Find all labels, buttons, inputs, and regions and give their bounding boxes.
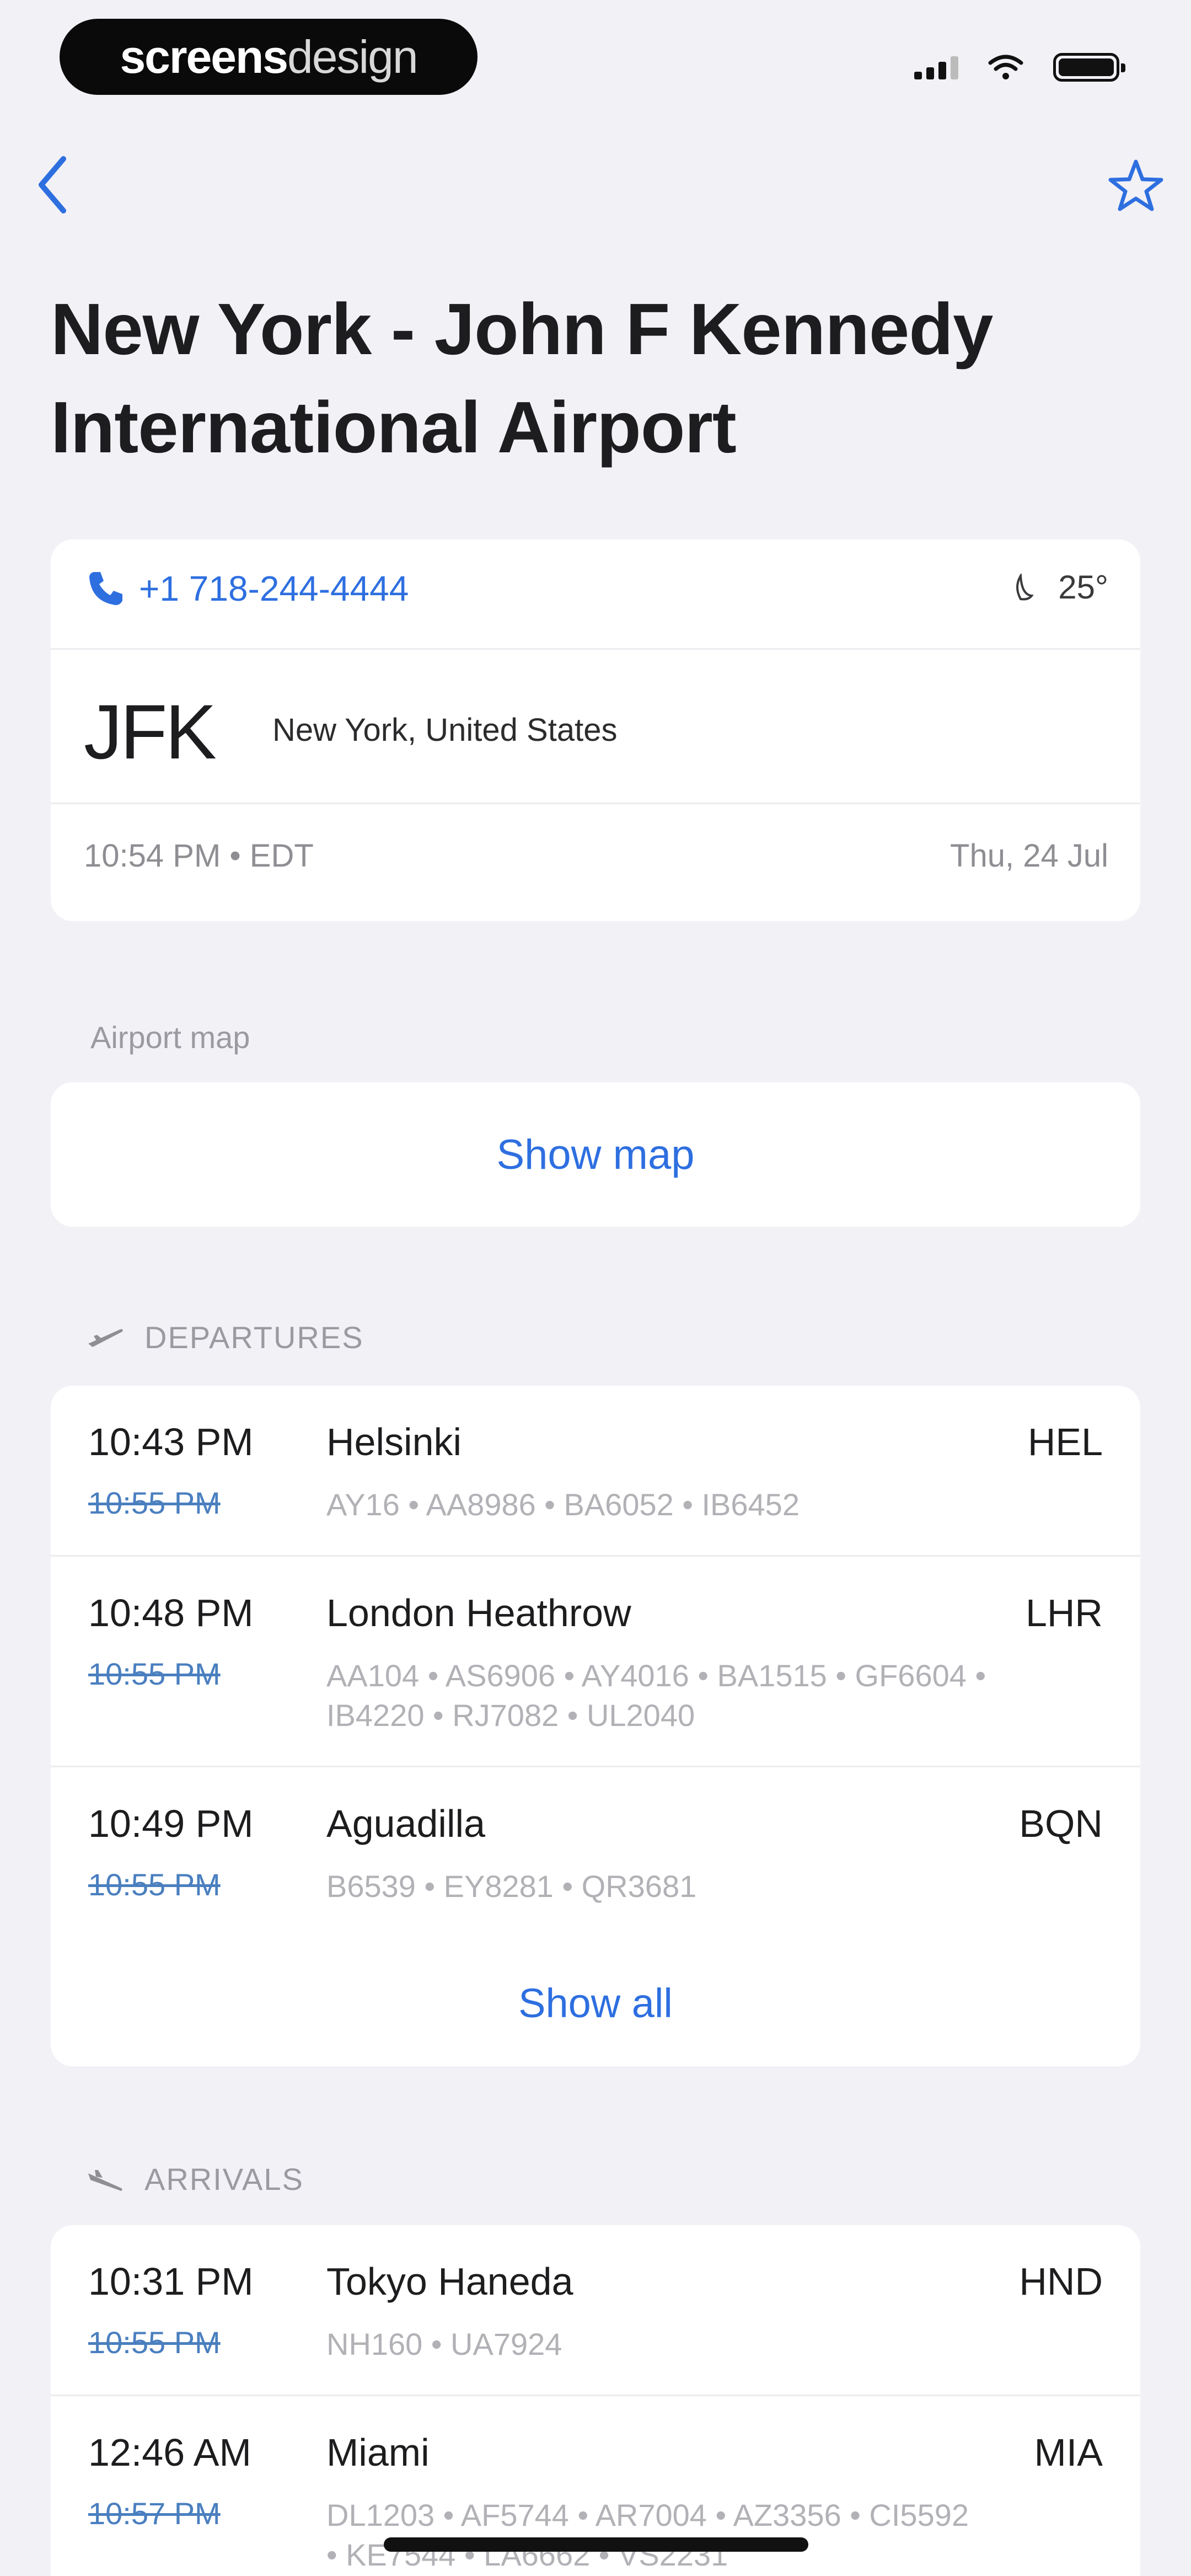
arrivals-card: 10:31 PM 10:55 PM Tokyo Haneda NH160 • U…	[51, 2225, 1140, 2576]
destination-iata: LHR	[1025, 1591, 1103, 1634]
departures-section-label: DEPARTURES	[144, 1320, 364, 1355]
scheduled-time: 10:57 PM	[88, 2496, 221, 2531]
scheduled-time: 10:55 PM	[88, 2325, 221, 2360]
wifi-icon	[988, 55, 1023, 79]
status-bar: screens design	[0, 0, 1191, 110]
show-map-button[interactable]: Show map	[51, 1082, 1140, 1227]
airport-iata-code: JFK	[84, 688, 217, 775]
arrival-plane-icon	[88, 2170, 122, 2191]
airport-detail-screen: screens design New York - John F Kennedy …	[0, 0, 1191, 2576]
cellular-signal-icon	[914, 55, 958, 79]
brand-logo: screens design	[60, 19, 478, 95]
arrivals-section-label: ARRIVALS	[144, 2162, 304, 2196]
flight-codes: B6539 • EY8281 • QR3681	[326, 1869, 697, 1904]
destination-city: Helsinki	[326, 1420, 462, 1463]
flight-codes: AA104 • AS6906 • AY4016 • BA1515 • GF660…	[326, 1658, 986, 1733]
origin-iata: HND	[1019, 2260, 1103, 2303]
local-time: 10:54 PM • EDT	[84, 838, 314, 874]
arrival-time: 10:31 PM	[88, 2260, 254, 2303]
destination-city: London Heathrow	[326, 1591, 631, 1634]
battery-icon	[1053, 53, 1125, 82]
airport-code-row: JFK New York, United States	[51, 650, 1140, 804]
departures-card: 10:43 PM 10:55 PM Helsinki AY16 • AA8986…	[51, 1386, 1140, 2066]
departure-plane-icon	[88, 1329, 123, 1347]
local-time-row: 10:54 PM • EDT Thu, 24 Jul	[51, 804, 1140, 921]
airport-map-section-label: Airport map	[90, 1020, 250, 1055]
phone-number: +1 718-244-4444	[139, 569, 409, 608]
chevron-left-icon	[39, 156, 66, 213]
arrival-row[interactable]: 10:31 PM 10:55 PM Tokyo Haneda NH160 • U…	[51, 2225, 1140, 2396]
origin-city: Miami	[326, 2431, 430, 2474]
airport-info-card: +1 718-244-4444 25° JFK New York, United…	[51, 539, 1140, 921]
departure-time: 10:49 PM	[88, 1802, 254, 1845]
arrival-time: 12:46 AM	[88, 2431, 251, 2474]
destination-iata: HEL	[1027, 1420, 1103, 1463]
airport-map-card: Show map	[51, 1082, 1140, 1227]
departure-time: 10:48 PM	[88, 1591, 254, 1634]
home-indicator[interactable]	[384, 2537, 808, 2552]
local-date: Thu, 24 Jul	[950, 838, 1108, 874]
star-icon	[1108, 159, 1163, 211]
scheduled-time: 10:55 PM	[88, 1867, 221, 1902]
flight-codes: NH160 • UA7924	[326, 2327, 562, 2361]
flight-codes: DL1203 • AF5744 • AR7004 • AZ3356 • CI55…	[326, 2498, 969, 2572]
departure-row[interactable]: 10:48 PM 10:55 PM London Heathrow AA104 …	[51, 1557, 1140, 1767]
origin-city: Tokyo Haneda	[326, 2260, 573, 2303]
scheduled-time: 10:55 PM	[88, 1656, 221, 1691]
moon-icon	[1016, 573, 1034, 600]
destination-city: Aguadilla	[326, 1802, 485, 1845]
scheduled-time: 10:55 PM	[88, 1485, 221, 1520]
departure-row[interactable]: 10:49 PM 10:55 PM Aguadilla B6539 • EY82…	[51, 1767, 1140, 1939]
favorite-button[interactable]	[1103, 149, 1169, 221]
show-all-departures-button[interactable]: Show all	[51, 1939, 1140, 2066]
phone-link[interactable]: +1 718-244-4444	[86, 568, 409, 609]
airport-location: New York, United States	[272, 712, 618, 748]
origin-iata: MIA	[1034, 2431, 1103, 2474]
contact-row: +1 718-244-4444 25°	[51, 539, 1140, 650]
brand-logo-light: design	[287, 30, 419, 83]
weather: 25°	[1012, 568, 1108, 606]
page-title: New York - John F Kennedy International …	[51, 288, 993, 468]
departure-row[interactable]: 10:43 PM 10:55 PM Helsinki AY16 • AA8986…	[51, 1386, 1140, 1557]
status-icons	[914, 51, 1125, 84]
departure-time: 10:43 PM	[88, 1420, 254, 1463]
phone-icon	[89, 572, 122, 605]
flight-codes: AY16 • AA8986 • BA6052 • IB6452	[326, 1487, 800, 1522]
destination-iata: BQN	[1019, 1802, 1103, 1845]
brand-logo-bold: screens	[120, 30, 288, 83]
temperature: 25°	[1058, 569, 1108, 606]
back-button[interactable]	[22, 149, 83, 221]
